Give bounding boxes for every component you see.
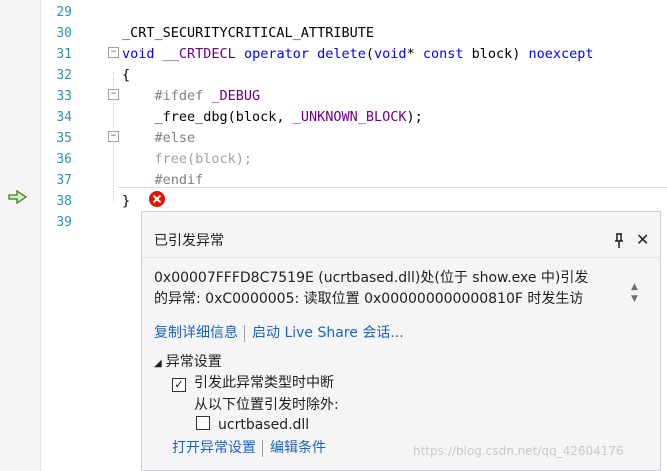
code-token: void [122,46,155,62]
code-line[interactable]: 29 [0,2,667,23]
line-number: 30 [56,26,72,41]
code-line[interactable]: 31 void __CRTDECL operator delete(void* c… [0,44,667,65]
break-on-exception-label: 引发此异常类型时中断 [194,375,334,391]
code-line[interactable]: 33 #ifdef _DEBUG [0,86,667,107]
code-text[interactable]: #ifdef _DEBUG [122,86,261,107]
code-token: __CRTDECL [162,46,236,62]
close-icon[interactable]: ✕ [636,231,649,249]
code-token: { [122,67,131,83]
popup-header: 已引发异常 ✕ [142,230,660,252]
code-token: #else [122,130,196,146]
code-text[interactable]: { [122,65,130,86]
code-line[interactable]: 32 { [0,65,667,86]
code-text[interactable]: _CRT_SECURITYCRITICAL_ATTRIBUTE [122,23,374,44]
line-number: 39 [56,215,72,230]
code-line[interactable]: 36 free(block); [0,149,667,170]
code-token: delete [317,46,366,62]
copy-details-link[interactable]: 复制详细信息 [154,325,238,341]
line-number: 33 [56,89,72,104]
line-number: 34 [56,110,72,125]
code-token: free(block); [122,151,253,167]
code-token: ( [365,46,375,62]
code-line[interactable]: 38} [0,191,667,212]
code-token: block) [463,46,529,62]
link-separator [262,439,263,457]
header-divider [142,257,660,258]
code-token: _UNKNOWN_BLOCK [292,109,407,125]
edit-conditions-link[interactable]: 编辑条件 [270,440,326,456]
line-number: 38 [56,194,72,209]
code-token: noexcept [528,46,594,62]
error-x-icon [149,191,165,207]
settings-links: 打开异常设置 编辑条件 [172,438,326,458]
line-number: 36 [56,152,72,167]
code-token: const [422,46,464,62]
green-arrow-icon [8,190,28,204]
code-line[interactable]: 34 _free_dbg(block, _UNKNOWN_BLOCK); [0,107,667,128]
line-number: 37 [56,173,72,188]
code-line[interactable]: 35 #else [0,128,667,149]
line-number: 31 [56,47,72,62]
line-number: 32 [56,68,72,83]
code-text[interactable]: free(block); [122,149,253,170]
expand-triangle-icon[interactable]: ◢ [154,358,162,369]
code-text[interactable]: _free_dbg(block, _UNKNOWN_BLOCK); [122,107,423,128]
dll-checkbox[interactable] [196,416,210,430]
code-token: } [122,193,131,209]
code-token: #ifdef [122,88,212,104]
code-token: _DEBUG [211,88,261,104]
dll-checkbox-label: ucrtbased.dll [218,417,310,433]
collapse-ifdef-toggle[interactable]: − [108,89,119,100]
line-number: 29 [56,5,72,20]
code-text[interactable]: #else [122,128,196,149]
code-token: _CRT_SECURITYCRITICAL_ATTRIBUTE [122,25,374,41]
code-token: void [374,46,407,62]
collapse-else-toggle[interactable]: − [108,131,119,142]
link-separator [244,324,245,342]
open-exception-settings-link[interactable]: 打开异常设置 [172,440,256,456]
code-line[interactable]: 30 _CRT_SECURITYCRITICAL_ATTRIBUTE [0,23,667,44]
exception-message: 0x00007FFFD8C7519E (ucrtbased.dll)处(位于 s… [154,268,624,310]
except-when-thrown-from-label: 从以下位置引发时除外: [194,397,339,413]
message-line-1: 0x00007FFFD8C7519E (ucrtbased.dll)处(位于 s… [154,270,589,286]
exception-helper-popup[interactable]: 已引发异常 ✕ 0x00007FFFD8C7519E (ucrtbased.dl… [141,211,661,471]
action-links: 复制详细信息 启动 Live Share 会话... [154,323,404,343]
watermark: https://blog.csdn.net/qq_42604176 [413,444,624,458]
code-text[interactable]: } [122,191,130,212]
code-token: * [406,46,423,62]
section-title: 异常设置 [165,354,222,370]
break-on-exception-row[interactable]: ✓ 引发此异常类型时中断 [172,373,334,393]
start-live-share-link[interactable]: 启动 Live Share 会话... [252,325,404,341]
line-number: 35 [56,131,72,146]
exception-settings-section[interactable]: ◢ 异常设置 [154,352,222,374]
code-token: _free_dbg(block, [122,109,293,125]
pin-icon[interactable] [613,233,625,253]
code-text[interactable]: void __CRTDECL operator delete(void* con… [122,44,594,65]
scroll-down-icon[interactable]: ▼ [631,294,638,304]
collapse-function-toggle[interactable]: − [108,47,119,58]
current-line-highlight [118,187,667,188]
message-line-2: 的异常: 0xC0000005: 读取位置 0x000000000000810F… [154,291,584,307]
code-token: #endif [122,172,204,188]
dll-exception-row[interactable]: ucrtbased.dll [196,415,309,435]
code-token: operator [243,46,309,62]
break-on-exception-checkbox[interactable]: ✓ [172,378,186,392]
scroll-up-icon[interactable]: ▲ [631,282,638,292]
popup-title: 已引发异常 [154,233,224,249]
code-token: ); [406,109,423,125]
